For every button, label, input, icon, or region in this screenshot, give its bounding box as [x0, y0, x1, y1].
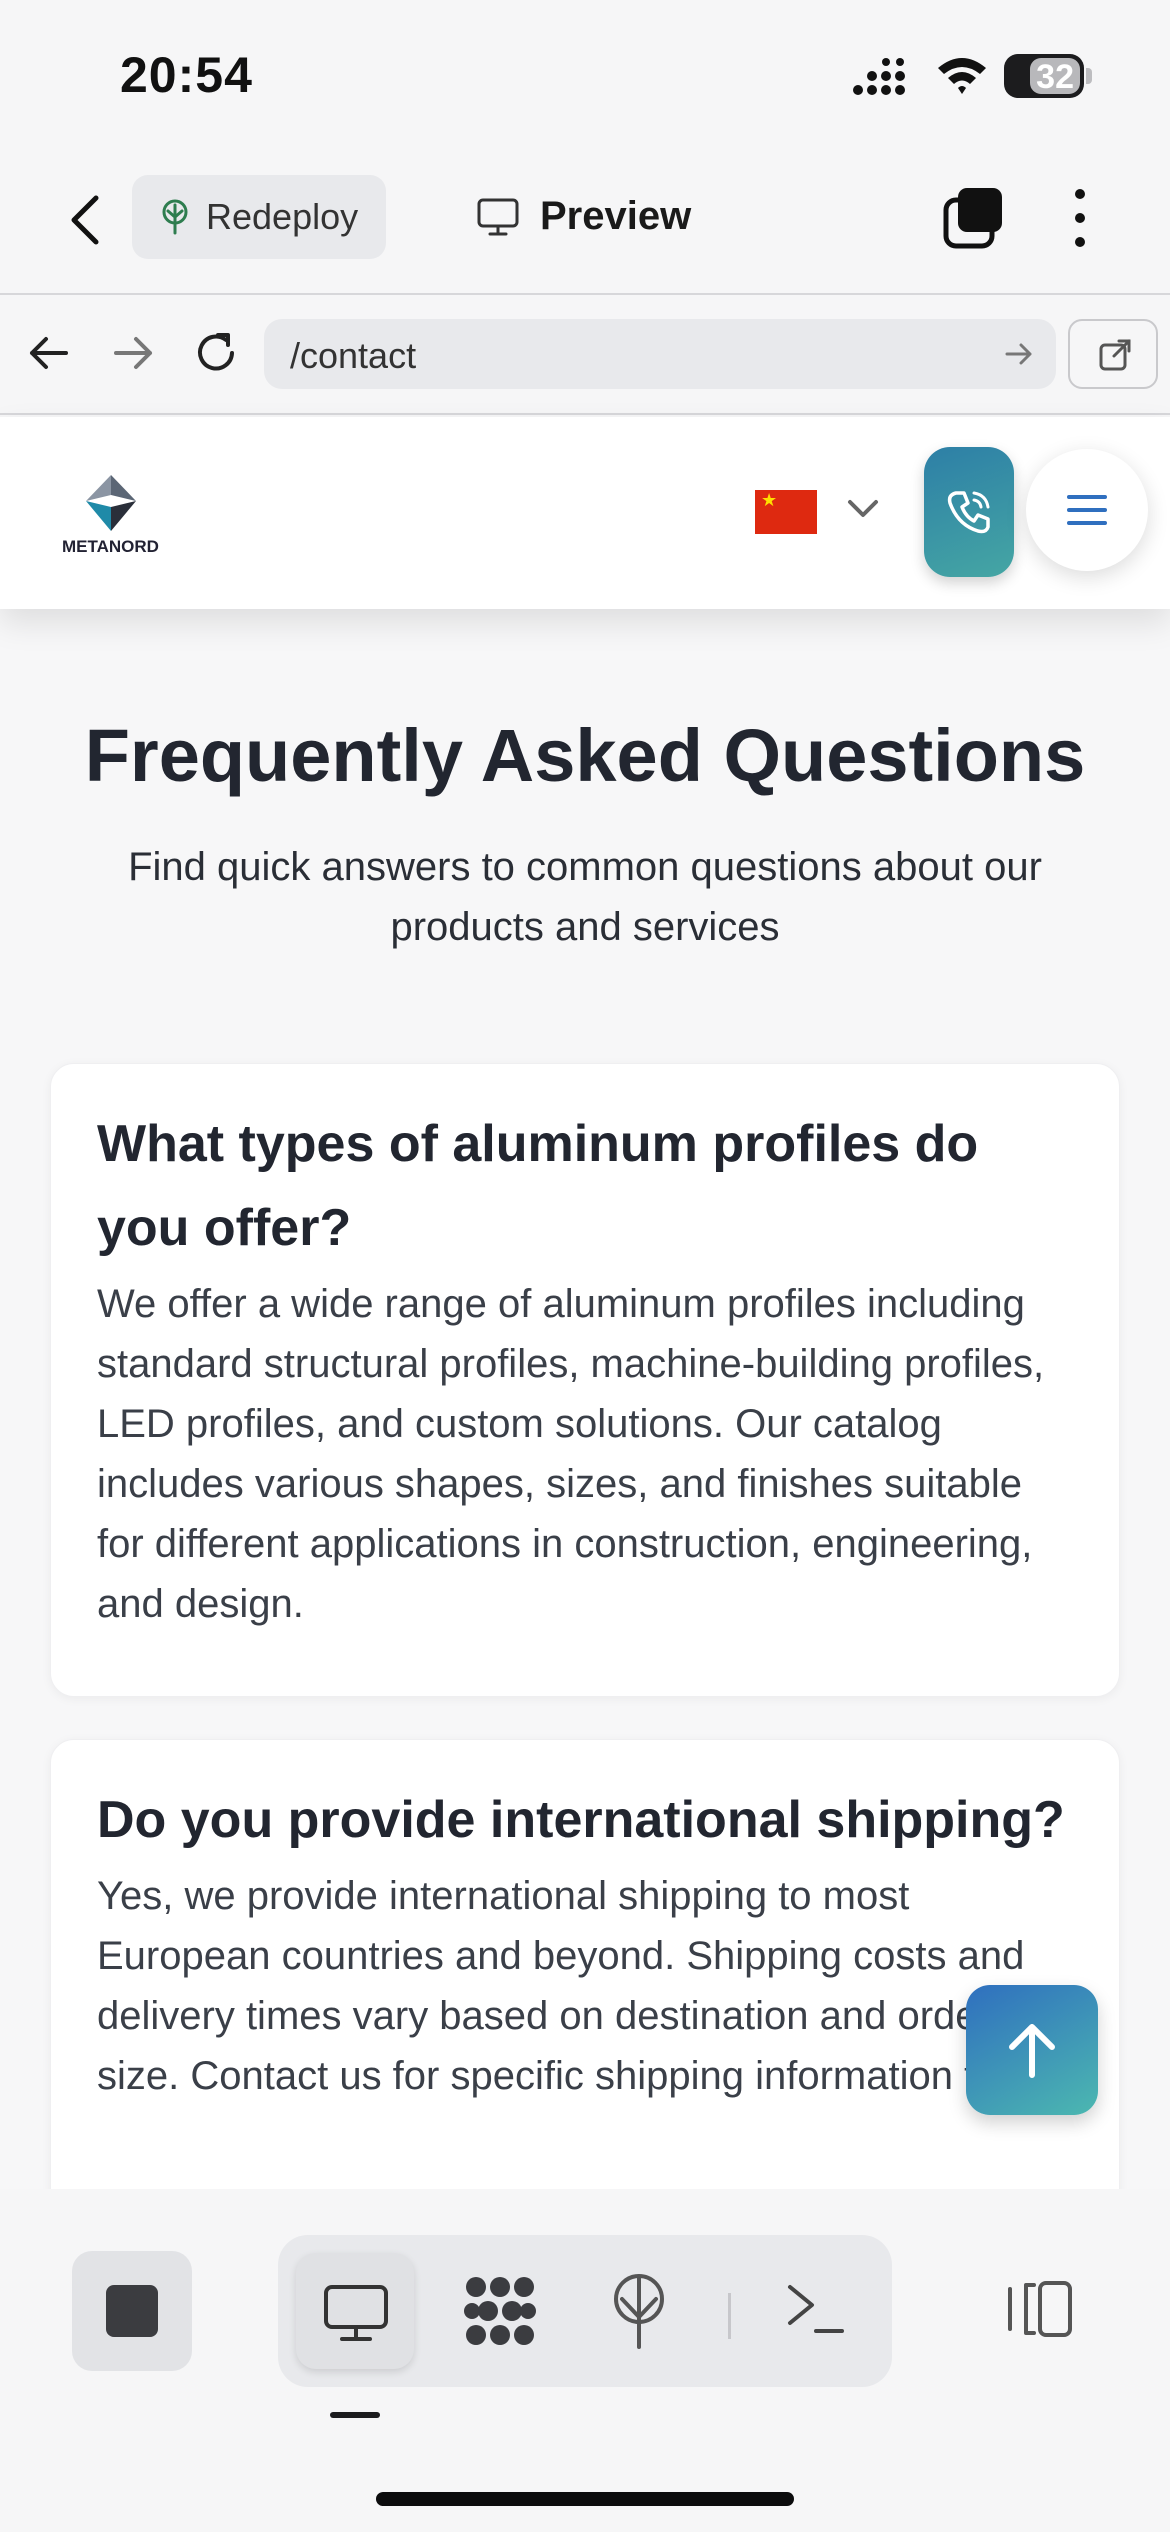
stop-button[interactable]: [72, 2251, 192, 2371]
bottom-toolbar: [0, 2189, 1170, 2532]
home-indicator[interactable]: [376, 2492, 794, 2506]
cellular-signal-icon: [853, 58, 905, 95]
chevron-down-icon[interactable]: [846, 497, 880, 521]
go-arrow-icon[interactable]: [1004, 339, 1034, 369]
site-header: METANORD ★: [0, 417, 1170, 609]
active-tab-indicator: [330, 2412, 380, 2418]
sprout-icon: [162, 199, 188, 235]
back-chevron-icon[interactable]: [60, 190, 110, 250]
stop-icon: [106, 2285, 158, 2337]
redeploy-label: Redeploy: [206, 196, 359, 237]
arrow-left-icon[interactable]: [26, 333, 70, 373]
arrow-right-icon[interactable]: [112, 333, 156, 373]
faq-question: What types of aluminum profiles do you o…: [97, 1115, 979, 1257]
preview-title[interactable]: Preview: [476, 194, 691, 239]
antenna-icon[interactable]: [610, 2273, 668, 2349]
grid-icon[interactable]: [462, 2275, 538, 2347]
arrow-up-icon: [1009, 2024, 1055, 2078]
monitor-icon: [477, 198, 519, 235]
app-toolbar: Redeploy Preview: [0, 150, 1170, 295]
monitor-icon: [324, 2285, 388, 2341]
terminal-icon[interactable]: [786, 2281, 846, 2337]
divider: [728, 2293, 731, 2339]
hamburger-icon: [1067, 495, 1107, 525]
battery-indicator: 32: [1004, 54, 1084, 98]
menu-button[interactable]: [1026, 449, 1148, 571]
open-external-button[interactable]: [1068, 319, 1158, 389]
faq-item: What types of aluminum profiles do you o…: [50, 1063, 1120, 1697]
url-path: /contact: [290, 335, 417, 376]
call-button[interactable]: [924, 447, 1014, 577]
phone-icon: [947, 491, 990, 534]
faq-answer: Yes, we provide international shipping t…: [97, 1874, 1025, 2098]
scroll-to-top-button[interactable]: [966, 1985, 1098, 2115]
view-switcher: [278, 2235, 892, 2387]
browser-url-bar: /contact: [0, 297, 1170, 415]
wifi-icon: [938, 58, 986, 94]
external-link-icon: [1099, 339, 1131, 371]
faq-item: Do you provide international shipping? Y…: [50, 1739, 1120, 2189]
logo-wordmark: METANORD: [62, 537, 159, 556]
redeploy-button[interactable]: Redeploy: [132, 175, 386, 259]
faq-title: Frequently Asked Questions: [84, 714, 1086, 797]
more-vertical-icon[interactable]: [1070, 186, 1090, 250]
logo-mark-icon: [86, 475, 136, 531]
page-content: Frequently Asked Questions Find quick an…: [0, 609, 1170, 2189]
faq-subtitle: Find quick answers to common questions a…: [128, 845, 1042, 949]
tabs-icon[interactable]: [942, 186, 1006, 250]
battery-level: 32: [1036, 58, 1074, 96]
status-bar: 20:54 32: [0, 0, 1170, 150]
preview-tab[interactable]: [296, 2253, 414, 2369]
status-time: 20:54: [120, 47, 253, 103]
preview-label: Preview: [540, 194, 692, 238]
faq-question: Do you provide international shipping?: [97, 1791, 1065, 1849]
side-panel-icon[interactable]: [1000, 2279, 1074, 2339]
reload-icon[interactable]: [192, 329, 240, 377]
language-flag-china[interactable]: ★: [755, 490, 817, 534]
url-input[interactable]: /contact: [264, 319, 1056, 389]
faq-answer: We offer a wide range of aluminum profil…: [97, 1282, 1045, 1626]
